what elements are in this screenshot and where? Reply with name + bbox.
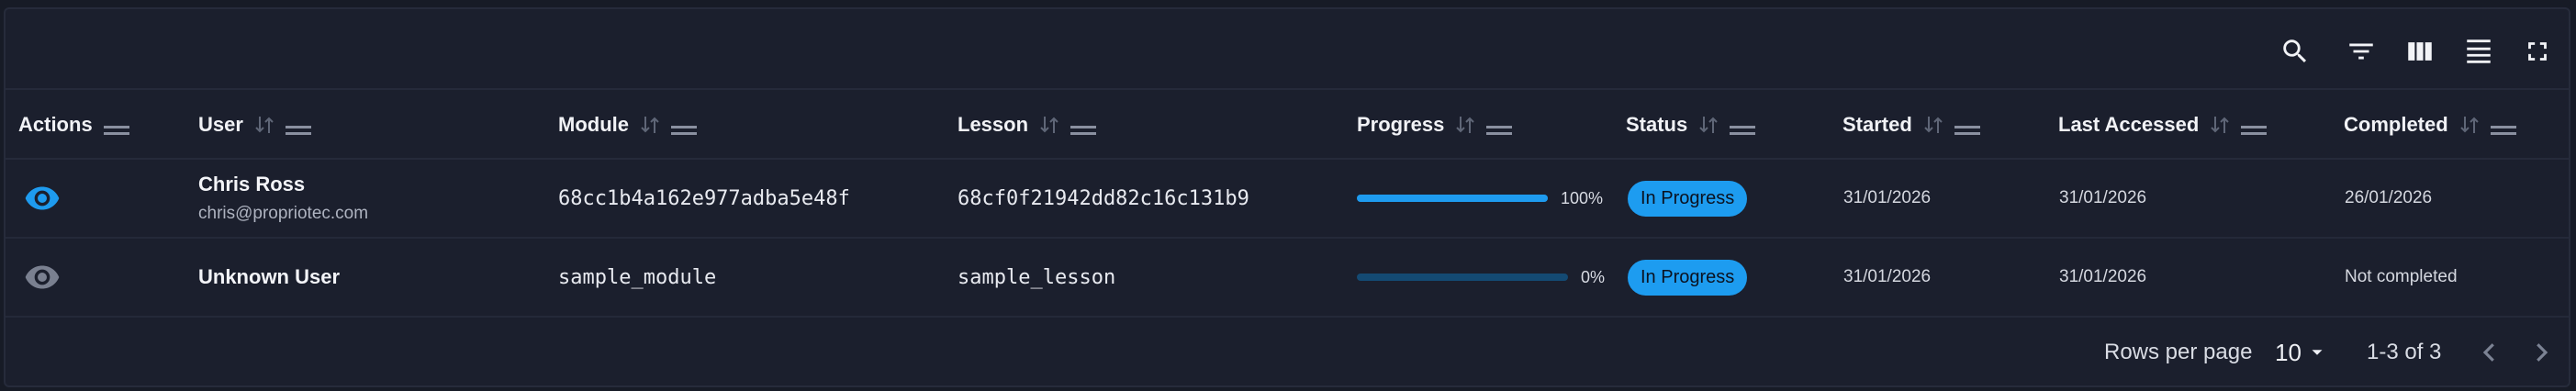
column-header-label: Completed [2344, 113, 2448, 136]
user-cell: Chris Ross chris@propriotec.com [198, 160, 368, 237]
drag-handle-icon[interactable] [103, 118, 129, 135]
search-icon [2283, 39, 2307, 63]
drag-handle-icon[interactable] [285, 118, 311, 135]
rows-per-page-value: 10 [2275, 338, 2302, 366]
chevron-left-icon [2482, 343, 2494, 362]
column-header-actions: Actions [18, 90, 129, 160]
column-header-completed[interactable]: Completed [2344, 90, 2516, 160]
sort-icon[interactable] [640, 114, 660, 136]
view-button[interactable] [24, 180, 61, 217]
status-badge: In Progress [1628, 259, 1748, 296]
column-header-user[interactable]: User [198, 90, 311, 160]
sort-icon[interactable] [254, 114, 274, 136]
column-header-label: Last Accessed [2058, 113, 2200, 136]
search-button[interactable] [2273, 29, 2317, 73]
fullscreen-icon [2528, 42, 2547, 61]
user-email: chris@propriotec.com [198, 204, 369, 223]
filter-icon [2349, 43, 2373, 60]
sort-icon[interactable] [2459, 114, 2480, 136]
completed-cell: 26/01/2026 [2345, 188, 2433, 207]
column-header-label: Status [1626, 113, 1688, 136]
rows-per-page-select[interactable]: 10 [2275, 318, 2327, 387]
table-panel: Actions User Module Lesson Progress Stat… [4, 7, 2570, 387]
status-cell: In Progress [1628, 239, 1748, 316]
caret-down-icon [2312, 350, 2323, 355]
columns-icon [2408, 42, 2432, 61]
column-header-label: User [198, 113, 243, 136]
previous-page-button[interactable] [2471, 318, 2508, 387]
drag-handle-icon[interactable] [2490, 118, 2516, 135]
filter-button[interactable] [2339, 29, 2383, 73]
lesson-cell: sample_lesson [958, 265, 1116, 289]
drag-handle-icon[interactable] [2241, 118, 2268, 135]
module-cell: sample_module [558, 265, 717, 289]
sort-icon[interactable] [1923, 114, 1943, 136]
sort-icon[interactable] [1455, 114, 1475, 136]
sort-icon[interactable] [1698, 114, 1719, 136]
columns-button[interactable] [2398, 29, 2442, 73]
completed-cell: Not completed [2345, 267, 2458, 286]
started-cell: 31/01/2026 [1843, 188, 1932, 207]
progress-percent: 100% [1561, 188, 1604, 207]
module-cell: 68cc1b4a162e977adba5e48f [558, 186, 850, 210]
status-badge: In Progress [1628, 180, 1748, 217]
rows-per-page-label: Rows per page [2104, 340, 2253, 364]
column-header-label: Module [558, 113, 629, 136]
last-accessed-cell: 31/01/2026 [2059, 188, 2147, 207]
eye-icon [25, 186, 60, 210]
table-row[interactable]: Unknown User sample_module sample_lesson… [6, 239, 2569, 318]
drag-handle-icon[interactable] [671, 118, 697, 135]
table-pagination: Rows per page 10 1-3 of 3 [6, 318, 2569, 387]
drag-handle-icon[interactable] [1486, 118, 1513, 135]
progress-cell: 0% [1357, 239, 1605, 316]
density-button[interactable] [2457, 29, 2501, 73]
drag-handle-icon[interactable] [1954, 118, 1980, 135]
column-header-label: Lesson [958, 113, 1029, 136]
actions-cell [24, 239, 61, 316]
table-toolbar [6, 9, 2569, 88]
eye-icon [25, 265, 60, 289]
column-header-label: Progress [1357, 113, 1445, 136]
column-header-last-accessed[interactable]: Last Accessed [2058, 90, 2268, 160]
started-cell: 31/01/2026 [1843, 267, 1932, 286]
user-name: Chris Ross [198, 173, 306, 196]
column-header-label: Actions [18, 113, 93, 136]
table-row[interactable]: Chris Ross chris@propriotec.com 68cc1b4a… [6, 160, 2569, 239]
table-header-row: Actions User Module Lesson Progress Stat… [6, 88, 2569, 160]
progress-percent: 0% [1581, 267, 1606, 286]
status-cell: In Progress [1628, 160, 1748, 237]
actions-cell [24, 160, 61, 237]
column-header-status[interactable]: Status [1626, 90, 1756, 160]
user-name: Unknown User [198, 265, 341, 288]
column-header-lesson[interactable]: Lesson [958, 90, 1097, 160]
lesson-cell: 68cf0f21942dd82c16c131b9 [958, 186, 1249, 210]
user-cell: Unknown User [198, 239, 340, 316]
pagination-range: 1-3 of 3 [2367, 340, 2442, 364]
next-page-button[interactable] [2523, 318, 2559, 387]
chevron-right-icon [2537, 343, 2548, 362]
fullscreen-button[interactable] [2515, 29, 2559, 73]
column-header-label: Started [1842, 113, 1912, 136]
view-button[interactable] [24, 259, 61, 296]
last-accessed-cell: 31/01/2026 [2059, 267, 2147, 286]
sort-icon[interactable] [2210, 114, 2230, 136]
density-icon [2467, 39, 2491, 63]
column-header-module[interactable]: Module [558, 90, 697, 160]
drag-handle-icon[interactable] [1730, 118, 1756, 135]
drag-handle-icon[interactable] [1070, 118, 1097, 135]
progress-cell: 100% [1357, 160, 1603, 237]
column-header-progress[interactable]: Progress [1357, 90, 1513, 160]
progress-bar-fill [1357, 195, 1548, 202]
sort-icon[interactable] [1039, 114, 1059, 136]
progress-bar [1357, 274, 1568, 281]
column-header-started[interactable]: Started [1842, 90, 1980, 160]
progress-bar [1357, 195, 1548, 202]
